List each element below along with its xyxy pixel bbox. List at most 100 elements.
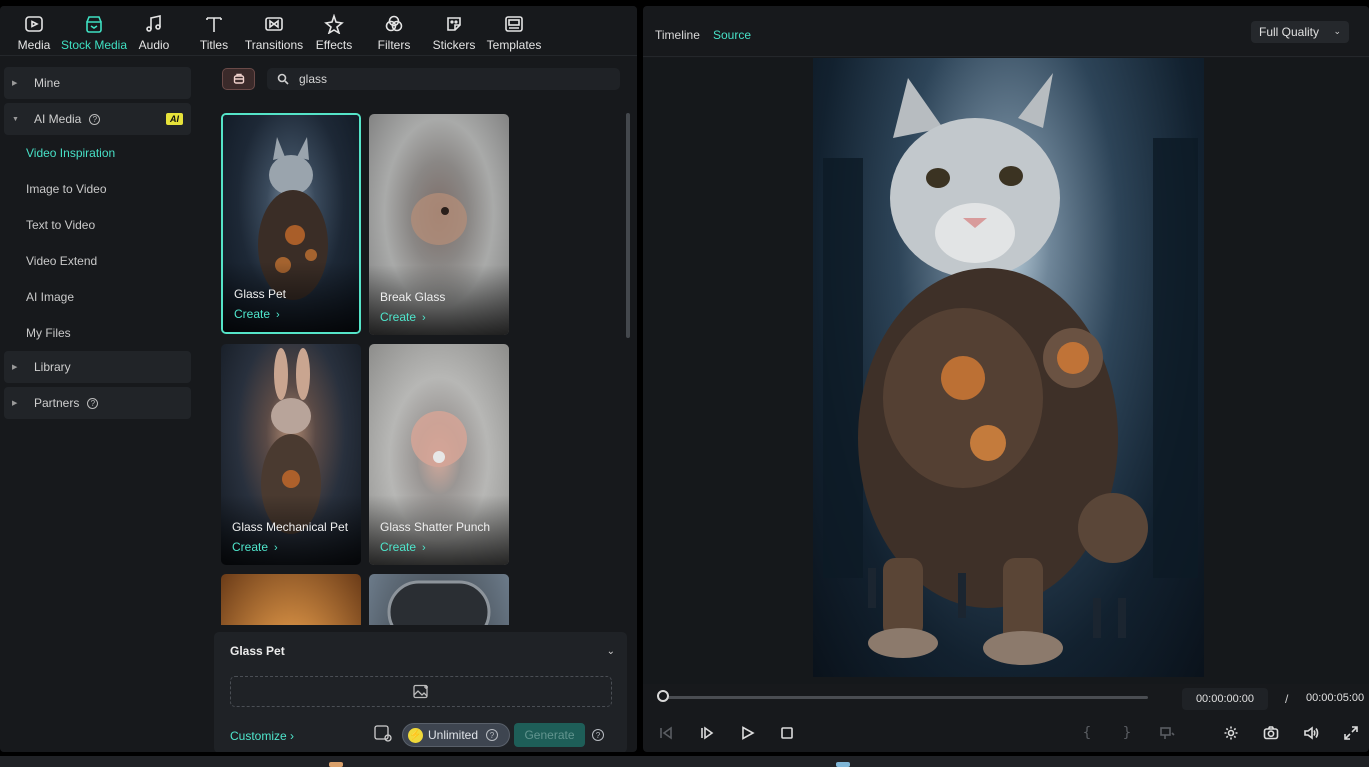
media-library-panel: Media Stock Media Audio Titles Transitio… (0, 6, 637, 752)
template-card-break-glass[interactable]: Break Glass Create › (369, 114, 509, 335)
tool-templates[interactable]: Templates (484, 6, 544, 56)
step-forward-icon[interactable] (697, 724, 717, 742)
insert-icon[interactable] (1157, 724, 1177, 742)
create-label: Create (232, 540, 269, 554)
caret-right-icon: ▶ (12, 400, 18, 407)
fullscreen-icon[interactable] (1341, 724, 1361, 742)
search-icon (277, 73, 289, 85)
upload-image-dropzone[interactable] (230, 676, 612, 707)
time-separator: / (1285, 692, 1289, 706)
generate-button[interactable]: Generate (514, 723, 585, 747)
template-card-glass-shatter-punch[interactable]: Glass Shatter Punch Create › (369, 344, 509, 565)
watch-illustration (387, 580, 491, 625)
help-icon[interactable]: ? (87, 397, 99, 409)
playhead-knob[interactable] (657, 690, 669, 702)
preview-panel: Timeline Source Full Quality ⌄ 00:00:00:… (643, 6, 1369, 752)
playback-controls: 00:00:00:00 / 00:00:05:00 { } (643, 684, 1369, 752)
quality-select[interactable]: Full Quality ⌄ (1251, 21, 1349, 43)
create-link[interactable]: Create › (380, 310, 426, 324)
sidebar-group-mine[interactable]: ▶ Mine (4, 67, 191, 99)
tool-stock-media[interactable]: Stock Media (60, 6, 128, 56)
create-link[interactable]: Create › (380, 540, 426, 554)
music-note-icon (143, 13, 165, 35)
tool-transitions[interactable]: Transitions (244, 6, 304, 56)
help-icon[interactable]: ? (592, 729, 604, 741)
customize-label: Customize (230, 729, 287, 743)
video-preview-area (643, 58, 1369, 684)
sidebar-item-video-inspiration[interactable]: Video Inspiration (0, 135, 195, 171)
search-row (222, 68, 622, 92)
preview-frame (813, 58, 1204, 677)
taskbar (0, 756, 1369, 767)
sidebar-item-ai-image[interactable]: AI Image (0, 279, 195, 315)
sidebar-group-partners[interactable]: ▶ Partners ? (4, 387, 191, 419)
tab-source[interactable]: Source (713, 28, 751, 42)
snapshot-camera-icon[interactable] (1261, 724, 1281, 742)
tool-titles-label: Titles (199, 38, 229, 52)
sidebar-item-my-files[interactable]: My Files (0, 315, 195, 351)
create-label: Create (380, 540, 417, 554)
sidebar-group-label: AI Media (34, 112, 82, 126)
app-window: Media Stock Media Audio Titles Transitio… (0, 0, 1369, 767)
current-timecode[interactable]: 00:00:00:00 (1182, 688, 1268, 710)
tab-timeline[interactable]: Timeline (655, 28, 700, 42)
sidebar-item-video-extend[interactable]: Video Extend (0, 243, 195, 279)
help-icon[interactable]: ? (89, 113, 101, 125)
customize-link[interactable]: Customize › (230, 729, 294, 743)
grid-scrollbar[interactable] (626, 113, 630, 633)
chevron-down-icon[interactable]: ⌄ (607, 646, 615, 657)
search-box[interactable] (267, 68, 620, 90)
taskbar-app-icon[interactable] (836, 762, 850, 767)
preview-header: Timeline Source Full Quality ⌄ (643, 6, 1369, 57)
tool-filters-label: Filters (377, 38, 411, 52)
chevron-right-icon: › (276, 309, 280, 321)
thumbnail-image (369, 574, 509, 625)
volume-icon[interactable] (1301, 724, 1321, 742)
scrollbar-thumb[interactable] (626, 113, 630, 338)
playback-progress[interactable] (663, 696, 1148, 699)
chevron-right-icon: › (422, 312, 426, 324)
plan-badge[interactable]: ⚡ Unlimited ? (402, 723, 510, 747)
tool-stock-media-label: Stock Media (60, 38, 128, 52)
tool-filters[interactable]: Filters (364, 6, 424, 56)
sidebar-group-ai-media[interactable]: ▼ AI Media ? AI (4, 103, 191, 135)
tool-templates-label: Templates (486, 38, 542, 52)
filter-button[interactable] (222, 68, 255, 90)
sidebar-group-label: Library (34, 360, 71, 374)
mark-out-icon[interactable]: } (1117, 724, 1137, 742)
lightning-coin-icon: ⚡ (408, 727, 423, 743)
sidebar-group-label: Partners (34, 396, 80, 410)
template-card-partial[interactable] (221, 574, 361, 625)
tool-audio-label: Audio (138, 38, 170, 52)
settings-gear-icon[interactable] (1221, 724, 1241, 742)
help-icon[interactable]: ? (486, 729, 499, 741)
ai-settings-icon[interactable] (374, 725, 392, 742)
sidebar-group-library[interactable]: ▶ Library (4, 351, 191, 383)
play-icon[interactable] (737, 724, 757, 742)
tool-media[interactable]: Media (4, 6, 64, 56)
tool-titles[interactable]: Titles (184, 6, 244, 56)
template-card-glass-mechanical-pet[interactable]: Glass Mechanical Pet Create › (221, 344, 361, 565)
stop-icon[interactable] (777, 724, 797, 742)
stock-media-icon (83, 13, 105, 35)
tool-stickers[interactable]: Stickers (424, 6, 484, 56)
create-link[interactable]: Create › (232, 540, 278, 554)
caret-down-icon: ▼ (12, 115, 19, 123)
mark-in-icon[interactable]: { (1077, 724, 1097, 742)
template-grid: Glass Pet Create › Break Glass Create › (220, 113, 510, 625)
tool-effects[interactable]: Effects (304, 6, 364, 56)
previous-frame-icon[interactable] (656, 724, 676, 742)
template-card-partial[interactable] (369, 574, 509, 625)
generator-title: Glass Pet (230, 644, 285, 658)
create-link[interactable]: Create › (234, 307, 280, 321)
filters-icon (383, 13, 405, 35)
tool-audio[interactable]: Audio (124, 6, 184, 56)
card-title: Glass Mechanical Pet (232, 520, 349, 534)
taskbar-app-icon[interactable] (329, 762, 343, 767)
mech-cat-preview-illustration (823, 73, 1198, 665)
card-title: Glass Shatter Punch (380, 520, 491, 534)
search-input[interactable] (299, 72, 599, 86)
template-card-glass-pet[interactable]: Glass Pet Create › (221, 113, 361, 334)
sidebar-item-image-to-video[interactable]: Image to Video (0, 171, 195, 207)
sidebar-item-text-to-video[interactable]: Text to Video (0, 207, 195, 243)
